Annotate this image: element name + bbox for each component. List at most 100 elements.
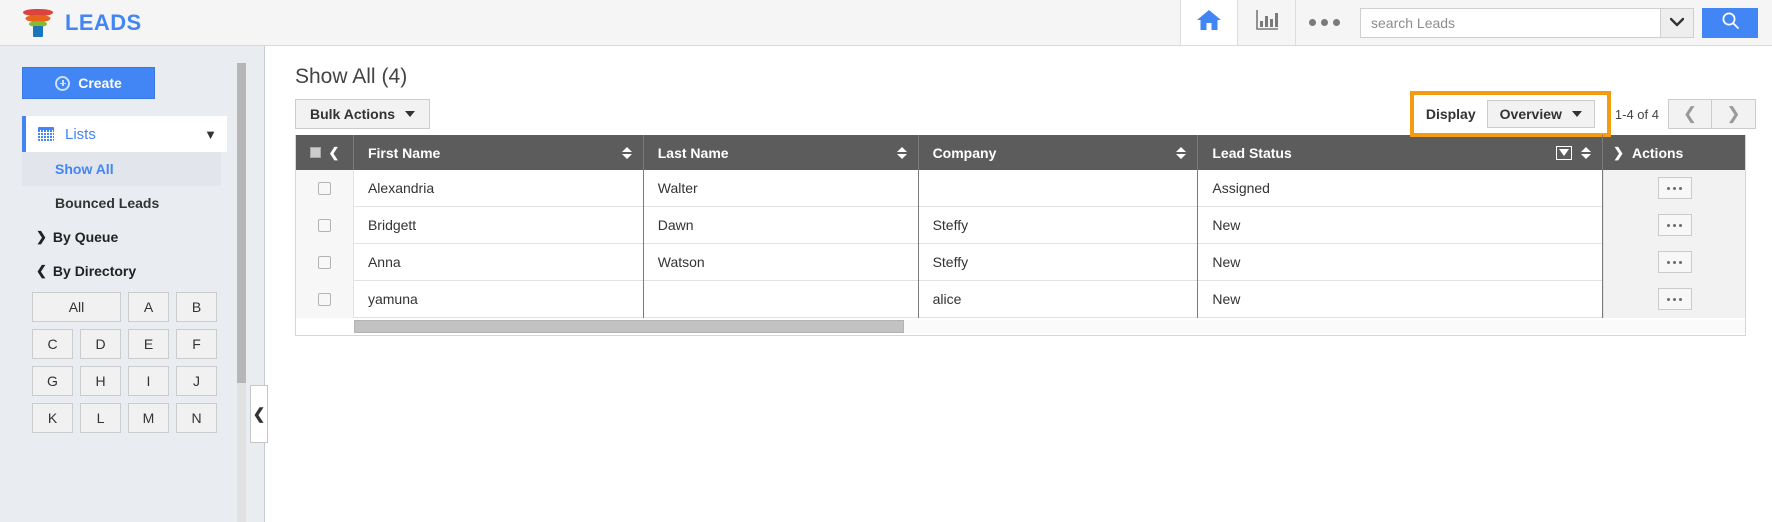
cell-first-name: Alexandria — [354, 170, 644, 207]
row-select-cell[interactable] — [296, 207, 354, 244]
table-header-row: ❮ First Name Last Name Company Lead Stat… — [296, 135, 1745, 170]
display-label: Display — [1426, 106, 1476, 122]
chevron-right-icon: ❯ — [36, 229, 47, 245]
directory-button-e[interactable]: E — [128, 329, 169, 359]
select-all-cell[interactable]: ❮ — [296, 135, 354, 170]
display-highlight-box: Display Overview — [1410, 91, 1611, 137]
bulk-actions-label: Bulk Actions — [310, 106, 395, 122]
sort-icon[interactable] — [1176, 147, 1186, 159]
row-select-cell[interactable] — [296, 170, 354, 207]
search-scope-dropdown[interactable] — [1660, 8, 1694, 38]
chevron-down-icon — [1572, 111, 1582, 117]
chevron-down-icon[interactable]: ▼ — [204, 127, 217, 142]
scrollbar-thumb[interactable] — [354, 320, 904, 333]
bar-chart-icon — [1254, 8, 1280, 37]
sidebar-item-show-all[interactable]: Show All — [22, 152, 221, 186]
sort-icon[interactable] — [1581, 147, 1591, 159]
directory-button-c[interactable]: C — [32, 329, 73, 359]
bulk-actions-button[interactable]: Bulk Actions — [295, 99, 430, 129]
column-header-actions-label: Actions — [1624, 145, 1683, 161]
chevron-left-icon: ❮ — [1683, 104, 1697, 124]
display-mode-dropdown[interactable]: Overview — [1487, 100, 1595, 128]
directory-button-l[interactable]: L — [80, 403, 121, 433]
directory-button-f[interactable]: F — [176, 329, 217, 359]
scrollbar-spacer — [296, 318, 354, 335]
sort-icon[interactable] — [622, 147, 632, 159]
checkbox-icon[interactable] — [318, 293, 331, 306]
checkbox-icon[interactable] — [310, 147, 321, 158]
more-menu-button[interactable] — [1296, 0, 1352, 45]
sidebar-group-by-directory[interactable]: ❮ By Directory — [22, 254, 221, 288]
directory-button-all[interactable]: All — [32, 292, 121, 322]
column-header-last-name[interactable]: Last Name — [644, 135, 919, 170]
sidebar-item-show-all-label: Show All — [55, 161, 114, 177]
sidebar-item-bounced-leads[interactable]: Bounced Leads — [22, 186, 221, 220]
row-select-cell[interactable] — [296, 244, 354, 281]
column-header-company[interactable]: Company — [919, 135, 1199, 170]
cell-company: Steffy — [919, 244, 1199, 281]
column-header-lead-status[interactable]: Lead Status — [1198, 135, 1603, 170]
column-header-first-name[interactable]: First Name — [354, 135, 644, 170]
lead-status-sort-filter[interactable] — [1556, 146, 1591, 160]
prev-page-button[interactable]: ❮ — [1668, 99, 1712, 129]
table-row[interactable]: Alexandria Walter Assigned — [296, 170, 1745, 207]
directory-button-g[interactable]: G — [32, 366, 73, 396]
cell-last-name: Watson — [644, 244, 919, 281]
table-row[interactable]: Bridgett Dawn Steffy New — [296, 207, 1745, 244]
chevron-right-icon[interactable]: ❯ — [1613, 145, 1624, 161]
checkbox-icon[interactable] — [318, 182, 331, 195]
sidebar-section-lists-label: Lists — [65, 126, 96, 143]
row-actions-button[interactable] — [1658, 214, 1692, 236]
scrollbar-track[interactable] — [354, 320, 1745, 333]
create-button[interactable]: Create — [22, 67, 155, 99]
directory-button-m[interactable]: M — [128, 403, 169, 433]
column-header-company-label: Company — [919, 145, 997, 161]
directory-button-a[interactable]: A — [128, 292, 169, 322]
sidebar-group-by-queue[interactable]: ❯ By Queue — [22, 220, 221, 254]
chevron-left-icon[interactable]: ❮ — [329, 145, 340, 161]
search-icon — [1721, 11, 1740, 35]
sidebar-scrollbar[interactable] — [237, 63, 246, 522]
directory-button-h[interactable]: H — [80, 366, 121, 396]
column-header-lead-status-label: Lead Status — [1198, 145, 1291, 161]
directory-button-d[interactable]: D — [80, 329, 121, 359]
sidebar-collapse-handle[interactable]: ❮ — [250, 385, 268, 443]
reports-button[interactable] — [1238, 0, 1296, 45]
row-actions-button[interactable] — [1658, 177, 1692, 199]
row-actions-button[interactable] — [1658, 251, 1692, 273]
sidebar-section-lists[interactable]: Lists ▼ — [22, 116, 227, 152]
chevron-left-icon: ❮ — [253, 405, 266, 423]
search-input[interactable] — [1360, 8, 1660, 38]
chevron-right-icon: ❯ — [1726, 104, 1740, 124]
filter-icon[interactable] — [1556, 146, 1572, 160]
next-page-button[interactable]: ❯ — [1712, 99, 1756, 129]
search-submit-button[interactable] — [1702, 8, 1758, 38]
directory-button-b[interactable]: B — [176, 292, 217, 322]
display-mode-value: Overview — [1500, 106, 1562, 122]
table-horizontal-scrollbar[interactable] — [296, 318, 1745, 335]
checkbox-icon[interactable] — [318, 256, 331, 269]
cell-last-name: Dawn — [644, 207, 919, 244]
cell-company: alice — [919, 281, 1199, 318]
directory-button-i[interactable]: I — [128, 366, 169, 396]
sidebar-item-bounced-leads-label: Bounced Leads — [55, 195, 159, 211]
pagination-range: 1-4 of 4 — [1615, 107, 1659, 122]
directory-button-n[interactable]: N — [176, 403, 217, 433]
checkbox-icon[interactable] — [318, 219, 331, 232]
search-area — [1360, 8, 1772, 38]
cell-lead-status: New — [1198, 244, 1603, 281]
table-row[interactable]: yamuna alice New — [296, 281, 1745, 318]
row-actions-button[interactable] — [1658, 288, 1692, 310]
cell-actions — [1603, 170, 1745, 207]
brand[interactable]: LEADS — [22, 7, 142, 39]
directory-letter-buttons: All A B C D E F G H I J K L M N — [32, 292, 232, 433]
list-toolbar: Bulk Actions Display Overview 1-4 of 4 ❮… — [295, 99, 1772, 129]
top-bar: LEADS — [0, 0, 1772, 46]
directory-button-j[interactable]: J — [176, 366, 217, 396]
row-select-cell[interactable] — [296, 281, 354, 318]
home-button[interactable] — [1180, 0, 1238, 45]
sidebar-group-by-queue-label: By Queue — [53, 229, 118, 245]
directory-button-k[interactable]: K — [32, 403, 73, 433]
sort-icon[interactable] — [897, 147, 907, 159]
table-row[interactable]: Anna Watson Steffy New — [296, 244, 1745, 281]
